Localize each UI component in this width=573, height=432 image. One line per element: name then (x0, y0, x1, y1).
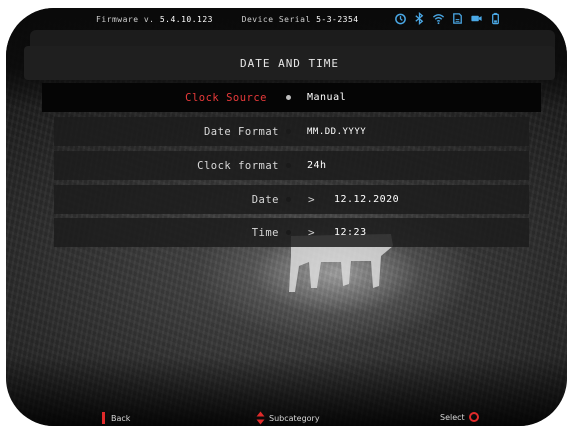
menu-item-date-format[interactable]: Date Format MM.DD.YYYY (54, 117, 529, 146)
subcategory-hint[interactable]: Subcategory (256, 411, 320, 425)
bullet-icon (286, 230, 291, 235)
menu-item-time[interactable]: Time > 12:23 (54, 218, 529, 247)
menu-item-value: 24h (307, 160, 327, 171)
footer-hints: Back Subcategory Select (0, 410, 573, 428)
bullet-icon (286, 163, 291, 168)
menu-item-value: 12:23 (334, 227, 367, 238)
bullet-icon (286, 129, 291, 134)
menu-item-clock-format[interactable]: Clock format 24h (54, 151, 529, 180)
select-ring-icon (468, 412, 479, 422)
menu-item-value: MM.DD.YYYY (307, 126, 367, 137)
battery-icon (492, 12, 499, 25)
bluetooth-icon (415, 12, 424, 25)
up-down-arrows-icon (256, 411, 265, 425)
chevron-right-icon: > (308, 226, 316, 239)
status-bar: Firmware v. 5.4.10.123 Device Serial 5-3… (18, 8, 546, 30)
wifi-icon (432, 14, 445, 25)
select-hint[interactable]: Select (440, 412, 479, 422)
video-record-icon (471, 15, 482, 22)
firmware-info: Firmware v. 5.4.10.123 Device Serial 5-3… (96, 15, 359, 24)
menu-item-value: Manual (307, 92, 347, 103)
subcategory-label: Subcategory (269, 413, 320, 423)
menu-item-clock-source[interactable]: Clock Source Manual (42, 83, 541, 112)
menu-item-label: Clock Source (185, 91, 267, 104)
firmware-version: 5.4.10.123 (159, 14, 213, 24)
chevron-right-icon: > (308, 193, 316, 206)
menu-item-label: Time (251, 226, 279, 239)
menu-item-label: Date Format (203, 125, 279, 138)
timer-icon (395, 13, 406, 25)
menu-item-label: Date (251, 193, 279, 206)
serial-label: Device Serial (241, 14, 311, 24)
menu-item-value: 12.12.2020 (334, 194, 400, 205)
bullet-icon (286, 197, 291, 202)
sd-card-icon (453, 13, 462, 24)
menu-item-label: Clock format (197, 159, 279, 172)
bullet-icon (286, 95, 291, 100)
back-hint[interactable]: Back (102, 412, 130, 424)
back-bar-icon (102, 412, 105, 424)
firmware-label: Firmware v. (96, 14, 155, 24)
status-icons (394, 12, 502, 25)
page-title: DATE AND TIME (24, 46, 555, 80)
select-label: Select (440, 412, 465, 422)
back-label: Back (111, 413, 131, 423)
menu-item-date[interactable]: Date > 12.12.2020 (54, 185, 529, 214)
serial-value: 5-3-2354 (316, 14, 359, 24)
